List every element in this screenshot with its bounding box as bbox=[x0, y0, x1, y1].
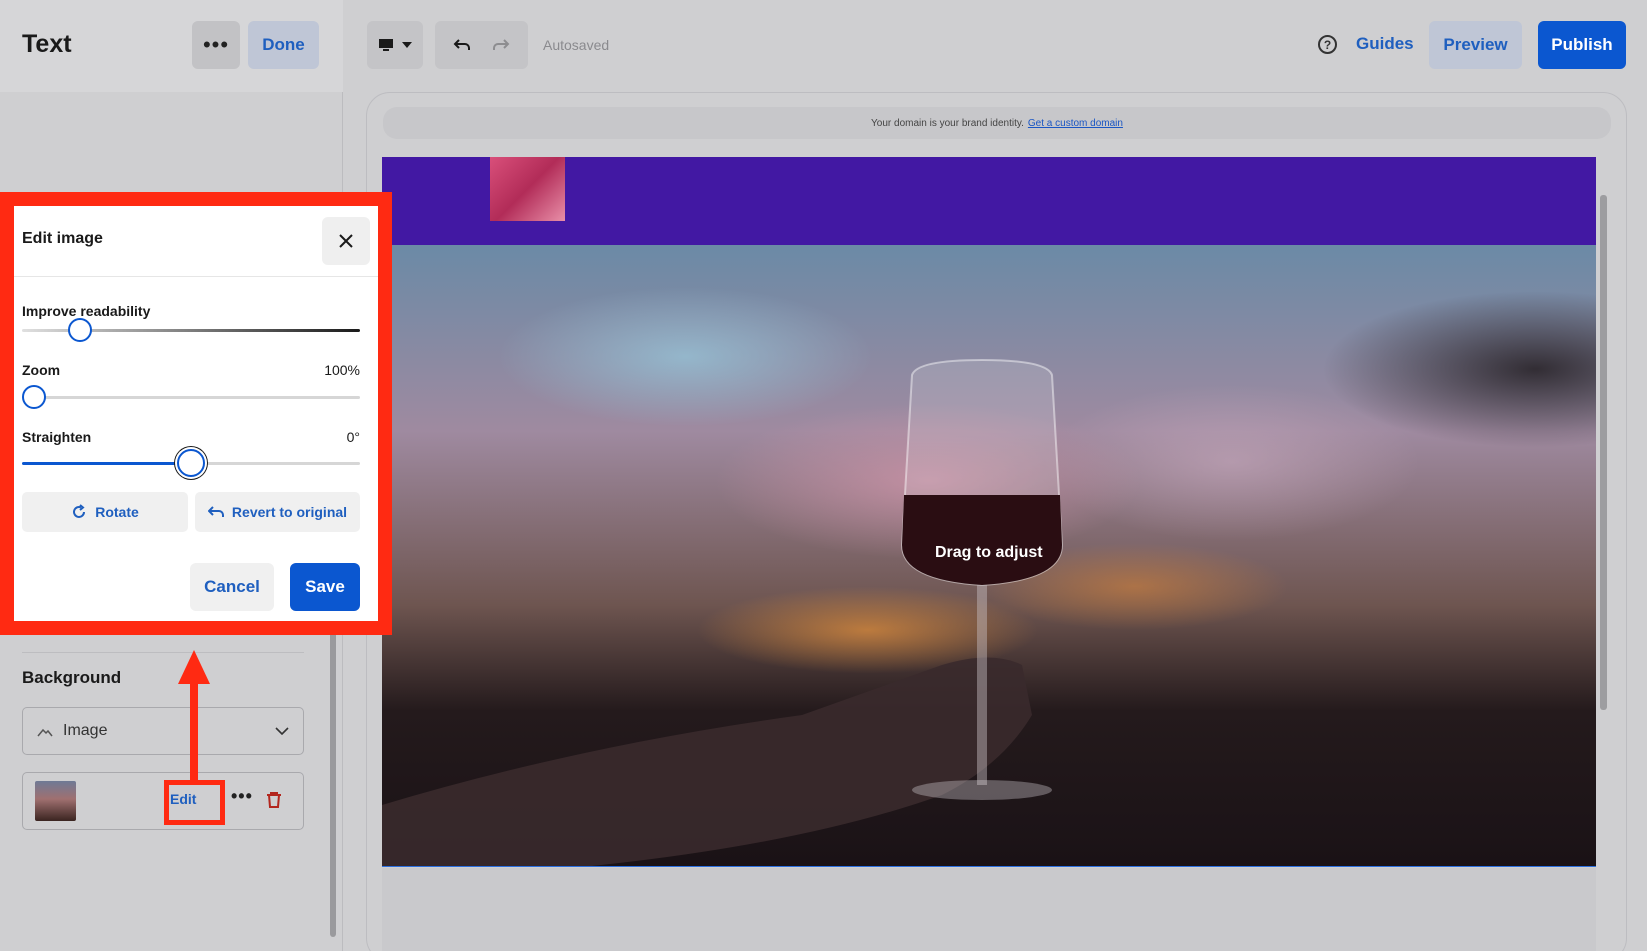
revert-label: Revert to original bbox=[231, 504, 348, 520]
section-divider bbox=[22, 652, 304, 653]
dialog-title: Edit image bbox=[22, 230, 103, 247]
zoom-label: Zoom bbox=[22, 362, 61, 378]
background-heading: Background bbox=[22, 668, 122, 687]
domain-banner: Your domain is your brand identity. Get … bbox=[383, 107, 1611, 139]
rotate-icon bbox=[73, 504, 86, 518]
panel-title: Text bbox=[22, 30, 72, 58]
rotate-button[interactable]: Rotate bbox=[22, 492, 188, 532]
preview-button[interactable]: Preview bbox=[1429, 21, 1522, 69]
background-image-row: Edit ••• bbox=[22, 772, 304, 830]
straighten-label: Straighten bbox=[22, 429, 92, 445]
straighten-value: 0° bbox=[346, 429, 360, 445]
trash-icon[interactable] bbox=[266, 791, 282, 809]
undo-redo-group bbox=[435, 21, 528, 69]
zoom-knob[interactable] bbox=[22, 385, 46, 409]
improve-readability-knob[interactable] bbox=[68, 318, 92, 342]
revert-to-original-button[interactable]: Revert to original bbox=[195, 492, 360, 532]
publish-button[interactable]: Publish bbox=[1538, 21, 1626, 69]
dialog-divider bbox=[14, 276, 378, 277]
close-icon bbox=[339, 234, 353, 248]
autosave-status: Autosaved bbox=[543, 37, 610, 53]
device-selector[interactable] bbox=[367, 21, 423, 69]
sidebar-scroll-thumb[interactable] bbox=[330, 632, 336, 937]
save-button[interactable]: Save bbox=[290, 563, 360, 611]
chevron-down-icon bbox=[275, 727, 289, 735]
close-button[interactable] bbox=[322, 217, 370, 265]
custom-domain-link[interactable]: Get a custom domain bbox=[1028, 118, 1123, 129]
cancel-button[interactable]: Cancel bbox=[190, 563, 274, 611]
desktop-icon bbox=[379, 39, 393, 51]
image-more-button[interactable]: ••• bbox=[231, 786, 253, 807]
rotate-label: Rotate bbox=[95, 504, 139, 520]
panel-header: Text ••• Done bbox=[0, 0, 343, 92]
straighten-knob[interactable] bbox=[177, 449, 205, 477]
caret-down-icon bbox=[402, 42, 412, 48]
undo-icon[interactable] bbox=[453, 38, 471, 52]
zoom-value: 100% bbox=[324, 362, 360, 378]
revert-icon bbox=[207, 506, 224, 517]
guides-link[interactable]: Guides bbox=[1356, 34, 1414, 54]
redo-icon[interactable] bbox=[492, 38, 510, 52]
site-logo-image[interactable] bbox=[490, 157, 565, 221]
next-section-placeholder bbox=[382, 868, 1596, 951]
background-type-value: Image bbox=[63, 722, 108, 739]
edit-image-dialog: Edit image Improve readability Zoom 100%… bbox=[14, 206, 378, 621]
background-type-select[interactable]: Image bbox=[22, 707, 304, 755]
drag-to-adjust-hint: Drag to adjust bbox=[935, 544, 1043, 561]
improve-readability-label: Improve readability bbox=[22, 303, 151, 319]
background-image-thumbnail bbox=[35, 781, 76, 821]
domain-banner-text: Your domain is your brand identity. bbox=[871, 117, 1024, 129]
canvas-scrollbar[interactable] bbox=[1600, 195, 1607, 710]
edit-button-highlight bbox=[164, 780, 225, 825]
image-type-icon bbox=[37, 728, 53, 737]
done-button[interactable]: Done bbox=[248, 21, 319, 69]
annotation-arrow-shaft bbox=[190, 680, 198, 784]
help-icon[interactable]: ? bbox=[1318, 35, 1337, 54]
zoom-track[interactable] bbox=[22, 396, 360, 399]
arrow-up-icon bbox=[178, 650, 210, 684]
more-options-button[interactable]: ••• bbox=[192, 21, 240, 69]
